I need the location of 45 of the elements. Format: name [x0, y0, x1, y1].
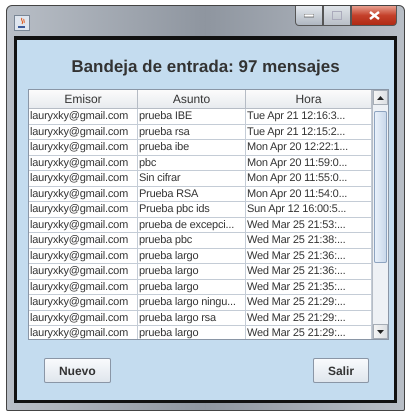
vertical-scrollbar[interactable]: [372, 90, 388, 339]
table-cell: lauryxky@gmail.com: [29, 140, 138, 156]
table-cell: prueba largo: [138, 248, 246, 264]
scrollbar-thumb[interactable]: [374, 111, 387, 263]
minimize-button[interactable]: [295, 6, 323, 26]
table-cell: lauryxky@gmail.com: [29, 202, 138, 218]
table-cell: prueba largo ningu...: [138, 295, 246, 310]
column-header[interactable]: Asunto: [138, 90, 246, 109]
table-cell: lauryxky@gmail.com: [29, 248, 138, 264]
close-icon[interactable]: [368, 11, 380, 20]
table-cell: lauryxky@gmail.com: [29, 264, 138, 280]
table-cell: prueba largo: [138, 264, 246, 280]
table-cell: lauryxky@gmail.com: [29, 171, 138, 186]
table-cell: lauryxky@gmail.com: [29, 156, 138, 171]
close-button[interactable]: [351, 6, 397, 26]
down-arrow-icon[interactable]: [377, 330, 384, 334]
table-cell: prueba rsa: [138, 124, 246, 140]
inbox-heading: Bandeja de entrada: 97 mensajes: [70, 57, 341, 77]
maximize-button[interactable]: [323, 6, 351, 26]
table-cell: prueba largo: [138, 326, 246, 339]
table-cell: lauryxky@gmail.com: [29, 124, 138, 140]
table-cell: lauryxky@gmail.com: [29, 218, 138, 233]
table-cell: prueba largo: [138, 280, 246, 295]
table-cell: lauryxky@gmail.com: [29, 186, 138, 202]
table-cell: Prueba RSA: [138, 186, 246, 202]
minimize-icon[interactable]: [304, 14, 314, 18]
table-cell: Prueba pbc ids: [138, 202, 246, 218]
table-cell: pbc: [138, 156, 246, 171]
table-cell: Sin cifrar: [138, 171, 246, 186]
table-cell: prueba ibe: [138, 140, 246, 156]
table-cell: lauryxky@gmail.com: [29, 326, 138, 339]
table-cell: prueba de excepci...: [138, 218, 246, 233]
table-cell: lauryxky@gmail.com: [29, 310, 138, 326]
table-cell: prueba IBE: [138, 109, 246, 124]
up-arrow-icon[interactable]: [377, 96, 384, 100]
table-cell: lauryxky@gmail.com: [29, 295, 138, 310]
action-button[interactable]: Nuevo: [44, 358, 111, 383]
table-cell: prueba largo rsa: [138, 310, 246, 326]
coffee-cup-icon: [14, 15, 30, 31]
table-cell: lauryxky@gmail.com: [29, 280, 138, 295]
column-header[interactable]: Emisor: [29, 90, 138, 109]
table-cell: lauryxky@gmail.com: [29, 233, 138, 248]
action-button[interactable]: Salir: [312, 358, 369, 383]
table-cell: lauryxky@gmail.com: [29, 109, 138, 124]
table-cell: prueba pbc: [138, 233, 246, 248]
